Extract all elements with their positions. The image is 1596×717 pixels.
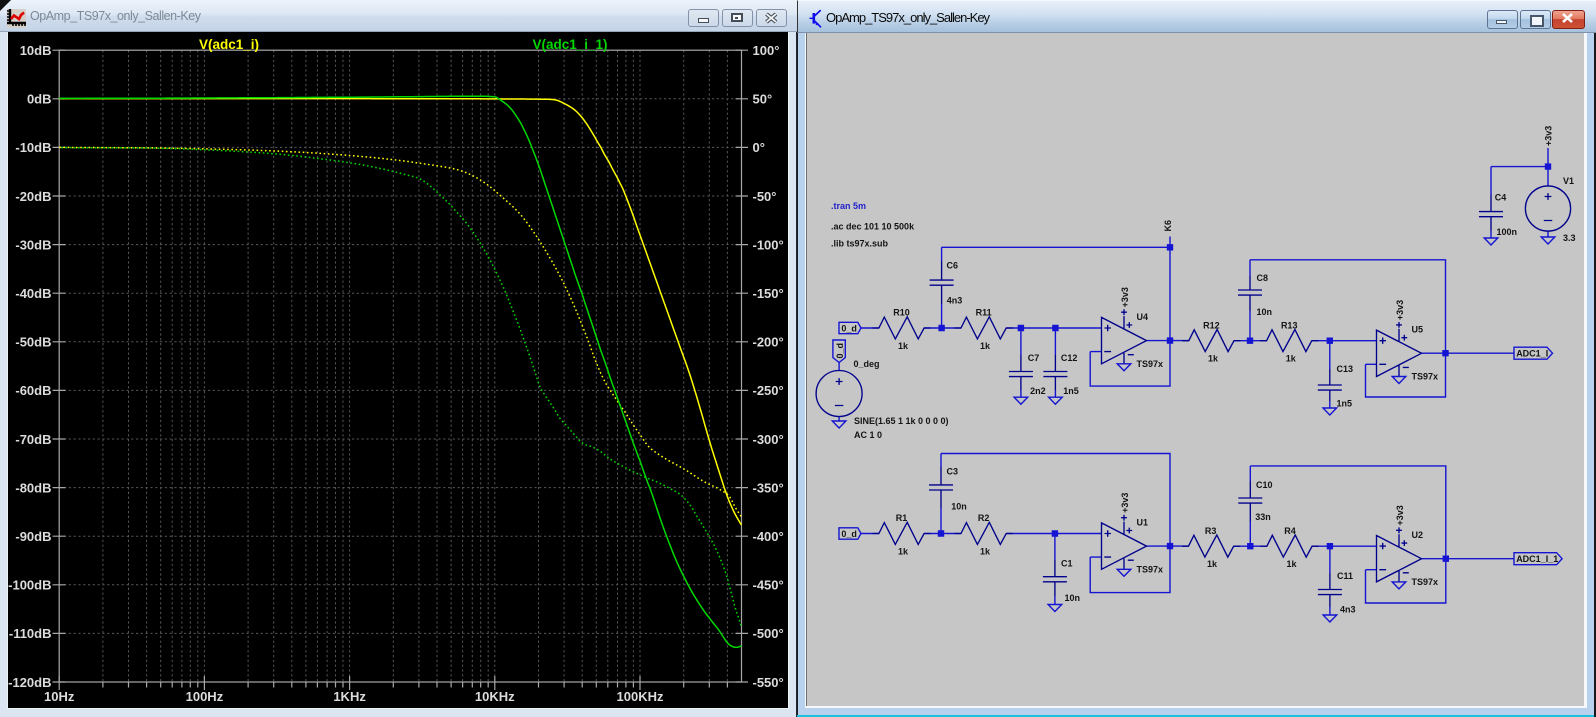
svg-text:10n: 10n bbox=[1065, 593, 1081, 603]
svg-text:-120dB: -120dB bbox=[8, 675, 51, 690]
svg-text:R4: R4 bbox=[1284, 526, 1296, 536]
svg-text:0_d: 0_d bbox=[841, 529, 857, 539]
svg-text:+3v3: +3v3 bbox=[1120, 493, 1130, 513]
svg-text:SINE(1.65 1 1k 0 0 0 0): SINE(1.65 1 1k 0 0 0 0) bbox=[854, 416, 949, 426]
svg-text:C8: C8 bbox=[1257, 273, 1269, 283]
svg-text:+3v3: +3v3 bbox=[1543, 126, 1553, 146]
svg-text:C3: C3 bbox=[947, 467, 959, 477]
svg-text:U5: U5 bbox=[1412, 325, 1424, 335]
svg-text:10n: 10n bbox=[951, 502, 967, 512]
svg-text:1k: 1k bbox=[898, 341, 909, 351]
svg-text:U1: U1 bbox=[1137, 517, 1149, 527]
svg-text:4n3: 4n3 bbox=[1340, 605, 1356, 615]
svg-text:0°: 0° bbox=[753, 140, 765, 155]
svg-text:1k: 1k bbox=[1208, 354, 1219, 364]
svg-text:-50dB: -50dB bbox=[15, 335, 51, 350]
svg-text:ADC1_I: ADC1_I bbox=[1516, 349, 1548, 359]
svg-text:0_deg: 0_deg bbox=[854, 359, 880, 369]
svg-text:1KHz: 1KHz bbox=[333, 689, 366, 704]
svg-text:R13: R13 bbox=[1281, 320, 1298, 330]
svg-text:100n: 100n bbox=[1497, 227, 1518, 237]
svg-text:R3: R3 bbox=[1205, 526, 1217, 536]
svg-text:1k: 1k bbox=[980, 547, 991, 557]
svg-text:C1: C1 bbox=[1061, 559, 1073, 569]
svg-text:100KHz: 100KHz bbox=[617, 689, 664, 704]
svg-text:AC 1 0: AC 1 0 bbox=[854, 430, 882, 440]
svg-text:10KHz: 10KHz bbox=[475, 689, 515, 704]
svg-text:V1: V1 bbox=[1563, 176, 1574, 186]
svg-text:-400°: -400° bbox=[753, 529, 784, 544]
svg-text:-450°: -450° bbox=[753, 578, 784, 593]
svg-text:.ac dec 101 10 500k: .ac dec 101 10 500k bbox=[831, 222, 915, 232]
svg-text:C6: C6 bbox=[947, 261, 959, 271]
svg-text:-100dB: -100dB bbox=[8, 578, 51, 593]
svg-text:TS97x: TS97x bbox=[1412, 372, 1439, 382]
svg-text:ADC1_I_1: ADC1_I_1 bbox=[1516, 554, 1558, 564]
svg-text:1k: 1k bbox=[1207, 559, 1218, 569]
svg-text:TS97x: TS97x bbox=[1137, 359, 1164, 369]
svg-text:C10: C10 bbox=[1256, 480, 1273, 490]
svg-text:K6: K6 bbox=[1163, 220, 1173, 232]
svg-text:-150°: -150° bbox=[753, 286, 784, 301]
svg-text:C4: C4 bbox=[1495, 193, 1507, 203]
svg-text:U2: U2 bbox=[1412, 530, 1424, 540]
svg-text:0_d: 0_d bbox=[841, 323, 857, 333]
svg-text:100Hz: 100Hz bbox=[186, 689, 224, 704]
svg-text:10Hz: 10Hz bbox=[44, 689, 75, 704]
svg-text:-90dB: -90dB bbox=[15, 529, 51, 544]
svg-text:10dB: 10dB bbox=[20, 43, 52, 58]
svg-text:50°: 50° bbox=[753, 92, 773, 107]
svg-text:.lib ts97x.sub: .lib ts97x.sub bbox=[831, 239, 889, 249]
svg-text:-80dB: -80dB bbox=[15, 480, 51, 495]
svg-text:+3v3: +3v3 bbox=[1120, 287, 1130, 307]
svg-text:-550°: -550° bbox=[753, 675, 784, 690]
svg-text:U4: U4 bbox=[1137, 312, 1149, 322]
svg-text:4n3: 4n3 bbox=[947, 296, 963, 306]
svg-text:33n: 33n bbox=[1255, 512, 1271, 522]
svg-text:-20dB: -20dB bbox=[15, 189, 51, 204]
svg-text:TS97x: TS97x bbox=[1137, 564, 1164, 574]
svg-text:-30dB: -30dB bbox=[15, 237, 51, 252]
svg-text:1k: 1k bbox=[898, 547, 909, 557]
svg-text:V(adc1_i): V(adc1_i) bbox=[199, 37, 259, 52]
svg-text:1n5: 1n5 bbox=[1063, 386, 1079, 396]
svg-text:-50°: -50° bbox=[753, 189, 777, 204]
svg-text:TS97x: TS97x bbox=[1412, 577, 1439, 587]
svg-text:10n: 10n bbox=[1257, 307, 1273, 317]
svg-text:-110dB: -110dB bbox=[9, 626, 52, 641]
svg-text:C7: C7 bbox=[1028, 353, 1040, 363]
svg-text:100°: 100° bbox=[753, 43, 780, 58]
svg-text:.tran 5m: .tran 5m bbox=[831, 201, 866, 211]
svg-text:R2: R2 bbox=[978, 513, 990, 523]
svg-text:1k: 1k bbox=[980, 341, 991, 351]
svg-text:1k: 1k bbox=[1286, 559, 1297, 569]
svg-text:-300°: -300° bbox=[753, 432, 784, 447]
svg-text:-60dB: -60dB bbox=[15, 383, 51, 398]
svg-text:-200°: -200° bbox=[753, 335, 784, 350]
svg-text:-100°: -100° bbox=[753, 237, 784, 252]
svg-text:3.3: 3.3 bbox=[1563, 233, 1576, 243]
svg-text:V(adc1_i_1): V(adc1_i_1) bbox=[532, 37, 607, 52]
svg-text:-250°: -250° bbox=[753, 383, 784, 398]
svg-text:-70dB: -70dB bbox=[15, 432, 51, 447]
svg-text:R11: R11 bbox=[976, 308, 992, 318]
svg-text:0_d: 0_d bbox=[835, 343, 845, 359]
svg-text:1n5: 1n5 bbox=[1337, 399, 1353, 409]
svg-text:2n2: 2n2 bbox=[1030, 386, 1046, 396]
svg-text:-10dB: -10dB bbox=[15, 140, 51, 155]
svg-text:-350°: -350° bbox=[753, 480, 784, 495]
svg-text:+3v3: +3v3 bbox=[1395, 300, 1405, 320]
svg-text:-500°: -500° bbox=[753, 626, 784, 641]
svg-text:R12: R12 bbox=[1203, 320, 1220, 330]
svg-text:R1: R1 bbox=[896, 513, 908, 523]
svg-text:-40dB: -40dB bbox=[15, 286, 51, 301]
svg-text:C11: C11 bbox=[1337, 571, 1353, 581]
svg-text:0dB: 0dB bbox=[27, 92, 52, 107]
svg-text:R10: R10 bbox=[893, 308, 910, 318]
svg-text:+3v3: +3v3 bbox=[1395, 505, 1405, 525]
svg-text:C12: C12 bbox=[1061, 353, 1078, 363]
svg-text:1k: 1k bbox=[1286, 354, 1297, 364]
svg-text:C13: C13 bbox=[1337, 364, 1354, 374]
